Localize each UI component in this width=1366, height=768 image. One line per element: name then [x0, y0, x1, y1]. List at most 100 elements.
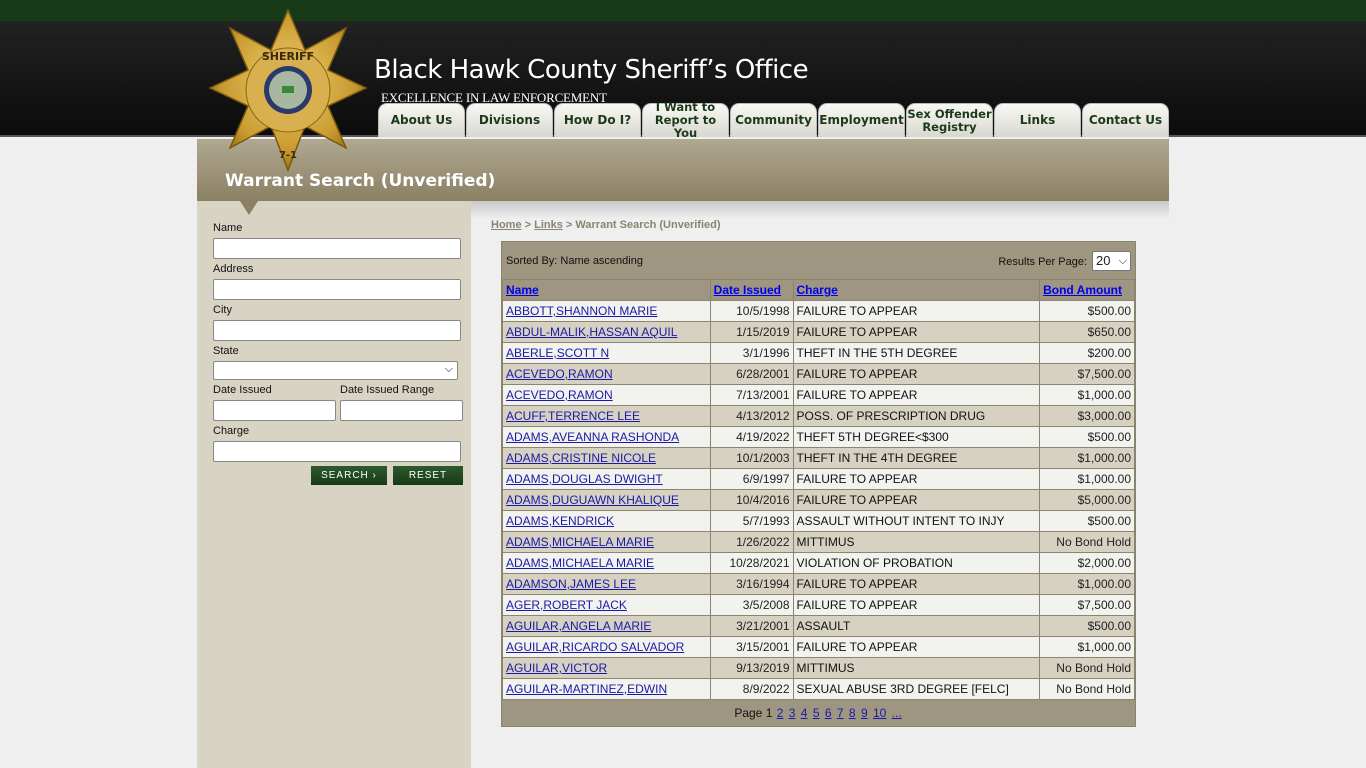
- cell-charge: FAILURE TO APPEAR: [792, 468, 1041, 490]
- column-header-bond-amount: Bond Amount: [1039, 279, 1135, 301]
- search-button[interactable]: SEARCH ›: [311, 466, 387, 485]
- table-row: ACUFF,TERRENCE LEE 4/13/2012 POSS. OF PRES…: [502, 405, 1135, 427]
- page-link[interactable]: 4: [801, 706, 808, 720]
- sort-by-name-link[interactable]: Name: [506, 283, 539, 297]
- cell-date-issued: 1/26/2022: [709, 531, 794, 553]
- cell-date-issued: 6/9/1997: [709, 468, 794, 490]
- cell-name: ADAMS,MICHAELA MARIE: [502, 531, 711, 553]
- cell-charge: FAILURE TO APPEAR: [792, 636, 1041, 658]
- nav-sex-offender-registry[interactable]: Sex Offender Registry: [906, 103, 993, 137]
- breadcrumb-links[interactable]: Links: [534, 219, 563, 231]
- nav-contact-us[interactable]: Contact Us: [1082, 103, 1169, 137]
- date-range-input[interactable]: [340, 400, 463, 421]
- warrant-name-link[interactable]: ADAMSON,JAMES LEE: [506, 577, 636, 591]
- results-per-page-value: 20: [1096, 253, 1111, 268]
- city-label: City: [213, 304, 232, 316]
- charge-input[interactable]: [213, 441, 461, 462]
- warrant-name-link[interactable]: ABERLE,SCOTT N: [506, 346, 609, 360]
- warrant-name-link[interactable]: ADAMS,AVEANNA RASHONDA: [506, 430, 679, 444]
- page-link[interactable]: 3: [789, 706, 796, 720]
- address-input[interactable]: [213, 279, 461, 300]
- results-per-page-select[interactable]: 20 ⌵: [1092, 251, 1131, 271]
- reset-button[interactable]: RESET: [393, 466, 463, 485]
- cell-name: ACUFF,TERRENCE LEE: [502, 405, 711, 427]
- table-header-row: Name Date Issued Charge Bond Amount: [502, 279, 1135, 301]
- results-header: Sorted By: Name ascending Results Per Pa…: [502, 242, 1135, 279]
- cell-bond-amount: $2,000.00: [1039, 552, 1135, 574]
- cell-charge: THEFT 5TH DEGREE<$300: [792, 426, 1041, 448]
- warrant-name-link[interactable]: ACEVEDO,RAMON: [506, 367, 613, 381]
- warrant-name-link[interactable]: ADAMS,DUGUAWN KHALIQUE: [506, 493, 679, 507]
- date-issued-input[interactable]: [213, 400, 336, 421]
- cell-charge: THEFT IN THE 5TH DEGREE: [792, 342, 1041, 364]
- warrant-name-link[interactable]: ADAMS,MICHAELA MARIE: [506, 556, 654, 570]
- warrant-name-link[interactable]: ADAMS,CRISTINE NICOLE: [506, 451, 656, 465]
- nav-about-us[interactable]: About Us: [378, 103, 465, 137]
- chevron-down-icon: ⌵: [444, 363, 453, 375]
- page-link[interactable]: 2: [777, 706, 784, 720]
- page-link[interactable]: 8: [849, 706, 856, 720]
- cell-charge: FAILURE TO APPEAR: [792, 573, 1041, 595]
- pager-label: Page: [734, 706, 763, 720]
- page-link[interactable]: 9: [861, 706, 868, 720]
- nav-community[interactable]: Community: [730, 103, 817, 137]
- cell-date-issued: 3/16/1994: [709, 573, 794, 595]
- page-link[interactable]: 10: [873, 706, 886, 720]
- state-select[interactable]: ⌵: [213, 361, 458, 380]
- warrant-name-link[interactable]: ABDUL-MALIK,HASSAN AQUIL: [506, 325, 677, 339]
- cell-name: AGER,ROBERT JACK: [502, 594, 711, 616]
- cell-name: ABDUL-MALIK,HASSAN AQUIL: [502, 321, 711, 343]
- warrant-name-link[interactable]: AGER,ROBERT JACK: [506, 598, 627, 612]
- warrant-name-link[interactable]: ABBOTT,SHANNON MARIE: [506, 304, 657, 318]
- warrant-name-link[interactable]: AGUILAR,VICTOR: [506, 661, 607, 675]
- page-link[interactable]: 5: [813, 706, 820, 720]
- breadcrumb-home[interactable]: Home: [491, 219, 522, 231]
- pagination: Page 1 2 3 4 5 6 7 8 9 10 ...: [502, 700, 1135, 726]
- cell-bond-amount: $7,500.00: [1039, 594, 1135, 616]
- page-link[interactable]: ...: [892, 706, 902, 720]
- table-row: ADAMS,MICHAELA MARIE 1/26/2022 MITTIMUS No …: [502, 531, 1135, 553]
- cell-bond-amount: $200.00: [1039, 342, 1135, 364]
- cell-charge: FAILURE TO APPEAR: [792, 363, 1041, 385]
- warrant-name-link[interactable]: ADAMS,KENDRICK: [506, 514, 614, 528]
- warrant-name-link[interactable]: AGUILAR,RICARDO SALVADOR: [506, 640, 684, 654]
- cell-bond-amount: $500.00: [1039, 300, 1135, 322]
- table-row: ACEVEDO,RAMON 6/28/2001 FAILURE TO APPEAR $…: [502, 363, 1135, 385]
- warrant-name-link[interactable]: ADAMS,DOUGLAS DWIGHT: [506, 472, 663, 486]
- nav-how-do-i[interactable]: How Do I?: [554, 103, 641, 137]
- cell-charge: ASSAULT WITHOUT INTENT TO INJY: [792, 510, 1041, 532]
- warrant-name-link[interactable]: ACEVEDO,RAMON: [506, 388, 613, 402]
- cell-date-issued: 4/19/2022: [709, 426, 794, 448]
- nav-divisions[interactable]: Divisions: [466, 103, 553, 137]
- warrant-name-link[interactable]: ADAMS,MICHAELA MARIE: [506, 535, 654, 549]
- sort-by-bond-link[interactable]: Bond Amount: [1043, 283, 1122, 297]
- cell-bond-amount: $7,500.00: [1039, 363, 1135, 385]
- page-link[interactable]: 7: [837, 706, 844, 720]
- page-link[interactable]: 6: [825, 706, 832, 720]
- cell-bond-amount: $500.00: [1039, 510, 1135, 532]
- results-per-page-label: Results Per Page:: [998, 256, 1087, 268]
- warrant-name-link[interactable]: AGUILAR,ANGELA MARIE: [506, 619, 651, 633]
- table-row: ADAMS,MICHAELA MARIE 10/28/2021 VIOLATION …: [502, 552, 1135, 574]
- city-input[interactable]: [213, 320, 461, 341]
- cell-bond-amount: $650.00: [1039, 321, 1135, 343]
- name-input[interactable]: [213, 238, 461, 259]
- warrant-name-link[interactable]: ACUFF,TERRENCE LEE: [506, 409, 640, 423]
- charge-label: Charge: [213, 425, 250, 437]
- sort-by-charge-link[interactable]: Charge: [797, 283, 838, 297]
- sheriff-badge-logo[interactable]: SHERIFF 7-1: [208, 8, 368, 173]
- table-row: AGUILAR,RICARDO SALVADOR 3/15/2001 FAILURE…: [502, 636, 1135, 658]
- nav-i-want-to-report[interactable]: I Want to Report to You: [642, 101, 729, 140]
- cell-bond-amount: No Bond Hold: [1039, 657, 1135, 679]
- breadcrumb: Home > Links > Warrant Search (Unverifie…: [491, 219, 721, 231]
- sort-by-date-link[interactable]: Date Issued: [714, 283, 781, 297]
- cell-date-issued: 4/13/2012: [709, 405, 794, 427]
- breadcrumb-current: Warrant Search (Unverified): [575, 219, 721, 231]
- nav-employment[interactable]: Employment: [818, 103, 905, 137]
- table-row: ADAMS,AVEANNA RASHONDA 4/19/2022 THEFT 5TH…: [502, 426, 1135, 448]
- content-shadow: [471, 201, 1169, 219]
- address-label: Address: [213, 263, 254, 275]
- nav-links[interactable]: Links: [994, 103, 1081, 137]
- warrant-name-link[interactable]: AGUILAR-MARTINEZ,EDWIN: [506, 682, 667, 696]
- column-header-date-issued: Date Issued: [709, 279, 794, 301]
